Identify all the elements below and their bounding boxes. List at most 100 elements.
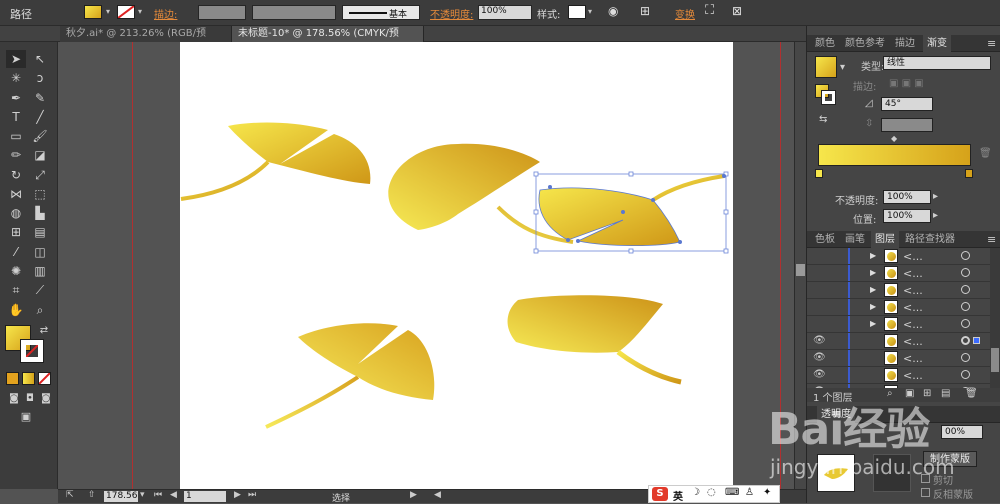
- stop-opacity-field[interactable]: 100%: [883, 190, 931, 204]
- scroll-thumb[interactable]: [796, 264, 805, 276]
- tab-stroke[interactable]: 描边: [891, 35, 919, 52]
- rotate-tool-icon[interactable]: ↻: [6, 166, 26, 184]
- delete-layer-icon[interactable]: 🗑: [965, 388, 978, 399]
- magic-wand-icon[interactable]: ✳: [6, 69, 26, 87]
- hscroll-left-icon[interactable]: ◀: [434, 490, 441, 500]
- target-circle-icon[interactable]: [961, 251, 970, 260]
- stroke-label[interactable]: 描边:: [154, 6, 177, 21]
- target-circle-icon[interactable]: [961, 285, 970, 294]
- angle-field[interactable]: 45°: [881, 97, 933, 111]
- gradient-stop-start[interactable]: [815, 169, 823, 178]
- eraser-icon[interactable]: ◪: [30, 146, 50, 164]
- expand-triangle-icon[interactable]: ▶: [870, 302, 876, 311]
- gradient-type-select[interactable]: 线性: [883, 56, 991, 70]
- layer-row[interactable]: ▶ <...: [807, 248, 990, 265]
- brush-definition[interactable]: 基本: [342, 5, 420, 20]
- gradient-mode-button[interactable]: [22, 372, 35, 385]
- rectangle-tool-icon[interactable]: ▭: [6, 127, 26, 145]
- draw-inside-icon[interactable]: ◙: [36, 390, 56, 408]
- aspect-ratio-field[interactable]: [881, 118, 933, 132]
- width-tool-icon[interactable]: ⋈: [6, 185, 26, 203]
- swap-colors-icon[interactable]: ⇄: [34, 322, 54, 340]
- stroke-dropdown-icon[interactable]: ▾: [135, 5, 145, 19]
- location-dropdown-icon[interactable]: ▸: [933, 210, 938, 221]
- gradient-tool-icon[interactable]: ▤: [30, 223, 50, 241]
- stroke-color-box[interactable]: [20, 339, 44, 363]
- artboard-tool-icon[interactable]: ⌗: [6, 281, 26, 299]
- gradient-slider-bar[interactable]: [818, 144, 971, 166]
- emoji-icon[interactable]: ◌: [707, 487, 716, 498]
- paintbrush-icon[interactable]: 🖌: [30, 127, 50, 145]
- direct-selection-tool-icon[interactable]: ↖: [30, 50, 50, 68]
- stop-opacity-dropdown-icon[interactable]: ▸: [933, 191, 938, 202]
- style-dropdown-icon[interactable]: ▾: [585, 5, 595, 19]
- reverse-gradient-icon[interactable]: ⇆: [819, 114, 827, 125]
- target-circle-icon[interactable]: [961, 353, 970, 362]
- location-field[interactable]: 100%: [883, 209, 931, 223]
- tools-icon[interactable]: ✦: [763, 487, 771, 498]
- layer-row[interactable]: ▶ <...: [807, 316, 990, 333]
- free-transform-icon[interactable]: ⬚: [30, 185, 50, 203]
- panel-menu-icon[interactable]: ≡: [987, 233, 996, 246]
- ginkgo-leaf-1[interactable]: [180, 122, 371, 201]
- visibility-eye-icon[interactable]: 👁: [813, 335, 826, 347]
- canvas-area[interactable]: [58, 42, 794, 489]
- next-artboard-icon[interactable]: ▶: [234, 490, 241, 500]
- scale-tool-icon[interactable]: ⤢: [30, 166, 50, 184]
- expand-triangle-icon[interactable]: ▶: [870, 319, 876, 328]
- color-mode-button[interactable]: [6, 372, 19, 385]
- recolor-icon[interactable]: ◉: [608, 4, 618, 18]
- layer-row[interactable]: ▶ <...: [807, 282, 990, 299]
- layer-row[interactable]: 👁 <...: [807, 367, 990, 384]
- target-circle-icon[interactable]: [961, 319, 970, 328]
- first-artboard-icon[interactable]: ⏮: [154, 490, 162, 500]
- punctuation-icon[interactable]: ☽: [691, 487, 700, 498]
- screen-mode-icon[interactable]: ▣: [16, 408, 36, 426]
- tab-gradient[interactable]: 渐变: [923, 35, 951, 52]
- tab-color-guide[interactable]: 颜色参考: [841, 35, 889, 52]
- layer-row[interactable]: ▶ <...: [807, 299, 990, 316]
- mesh-tool-icon[interactable]: ⊞: [6, 223, 26, 241]
- tab-color[interactable]: 颜色: [811, 35, 839, 52]
- panel-menu-icon[interactable]: ≡: [987, 37, 996, 50]
- arrange-icon[interactable]: ⊠: [732, 4, 742, 18]
- target-circle-icon[interactable]: [961, 302, 970, 311]
- expand-triangle-icon[interactable]: ▶: [870, 251, 876, 260]
- layer-row[interactable]: 👁 <...: [807, 350, 990, 367]
- symbol-sprayer-icon[interactable]: ✺: [6, 262, 26, 280]
- keyboard-icon[interactable]: ⌨: [725, 487, 739, 498]
- artboard-nav-icon[interactable]: ⇱: [66, 490, 74, 500]
- eyedropper-icon[interactable]: ⁄: [6, 243, 26, 261]
- curvature-tool-icon[interactable]: ✎: [30, 89, 50, 107]
- ginkgo-leaf-5[interactable]: [507, 295, 682, 385]
- hand-tool-icon[interactable]: ✋: [6, 301, 26, 319]
- sogou-logo-icon[interactable]: S: [652, 487, 668, 501]
- layers-scroll-thumb[interactable]: [991, 348, 999, 372]
- gradient-stop-end[interactable]: [965, 169, 973, 178]
- perspective-grid-icon[interactable]: ▙: [30, 204, 50, 222]
- column-graph-icon[interactable]: ▥: [30, 262, 50, 280]
- tab-layers[interactable]: 图层: [871, 231, 899, 248]
- stroke-weight-field[interactable]: [198, 5, 246, 20]
- gradient-preview-dropdown-icon[interactable]: ▾: [840, 62, 845, 73]
- delete-stop-icon[interactable]: 🗑: [979, 148, 992, 159]
- opacity-field[interactable]: 100%: [478, 5, 532, 20]
- shape-builder-icon[interactable]: ◍: [6, 204, 26, 222]
- layer-row[interactable]: ▶ <...: [807, 265, 990, 282]
- pencil-icon[interactable]: ✏: [6, 146, 26, 164]
- tab-untitled-10[interactable]: 未标题-10* @ 178.56% (CMYK/预览)×: [232, 26, 424, 54]
- visibility-eye-icon[interactable]: 👁: [813, 352, 826, 364]
- input-language[interactable]: 英: [673, 488, 683, 503]
- transform-link[interactable]: 变换: [675, 6, 695, 21]
- opacity-label[interactable]: 不透明度:: [430, 6, 473, 21]
- page-field[interactable]: 1: [184, 491, 226, 502]
- gradient-preview-swatch[interactable]: [815, 56, 837, 78]
- share-icon[interactable]: ⇧: [88, 490, 96, 500]
- stroke-swatch[interactable]: [117, 5, 135, 19]
- tab-qiuxi[interactable]: 秋夕.ai* @ 213.26% (RGB/预览)×: [60, 26, 232, 54]
- new-layer-icon[interactable]: ▤: [941, 388, 950, 399]
- layer-row-selected[interactable]: 👁 <...: [807, 333, 990, 350]
- target-circle-icon[interactable]: [961, 336, 970, 345]
- last-artboard-icon[interactable]: ⏭: [248, 490, 256, 500]
- midpoint-diamond-icon[interactable]: ◆: [891, 134, 897, 143]
